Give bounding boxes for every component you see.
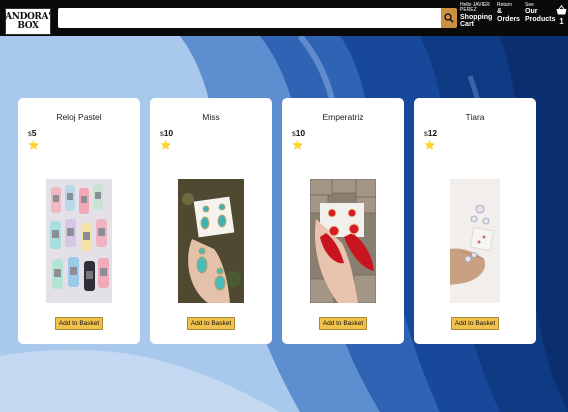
product-title: Reloj Pastel: [56, 112, 102, 122]
pandoras-box-logo[interactable]: PANDORA'S BOX: [0, 8, 57, 35]
top-header: PANDORA'S BOX Hello JAVIER PEREZ Shoppin…: [0, 0, 568, 36]
shopping-cart-link: Shopping Cart: [460, 13, 493, 28]
basket-count: 1: [559, 17, 564, 26]
search-input[interactable]: [58, 8, 441, 28]
shopping-basket-icon: [556, 5, 567, 15]
add-to-basket-button[interactable]: Add to Basket: [318, 317, 368, 330]
product-title: Tiara: [465, 112, 485, 122]
product-price: $10: [160, 128, 262, 138]
nav-returns-orders[interactable]: Return & Orders: [497, 2, 523, 23]
products-line2: Our Products: [525, 8, 556, 23]
product-card: Miss $10 ⭐ Add to Basket: [150, 98, 272, 344]
price-value: 5: [31, 128, 37, 138]
product-image-red-tassel-earrings: [310, 179, 376, 303]
returns-line2: & Orders: [497, 8, 520, 23]
product-info: Reloj Pastel $5 ⭐: [18, 98, 140, 151]
product-info: Tiara $12 ⭐: [414, 98, 536, 151]
product-title: Emperatriz: [322, 112, 364, 122]
logo-text-bottom: BOX: [17, 20, 39, 31]
product-card: Tiara $12 ⭐ Add to Basket: [414, 98, 536, 344]
product-price: $10: [292, 128, 394, 138]
nav-user-cart[interactable]: Hello JAVIER PEREZ Shopping Cart: [460, 2, 496, 28]
product-card: Emperatriz $10 ⭐ Add to Basket: [282, 98, 404, 344]
product-card: Reloj Pastel $5 ⭐ Add to Basket: [18, 98, 140, 344]
product-image-crystal-rings: [450, 179, 500, 303]
price-value: 10: [295, 128, 306, 138]
search-button[interactable]: [441, 8, 457, 28]
product-info: Miss $10 ⭐: [150, 98, 272, 151]
price-value: 12: [427, 128, 438, 138]
star-rating: ⭐: [424, 140, 436, 150]
user-greeting: Hello JAVIER PEREZ: [460, 2, 490, 14]
product-image-turquoise-earrings: [178, 179, 244, 303]
star-rating: ⭐: [292, 140, 304, 150]
add-to-basket-button[interactable]: Add to Basket: [186, 317, 236, 330]
price-value: 10: [163, 128, 174, 138]
search-bar: [58, 8, 457, 28]
search-icon: [444, 13, 454, 23]
product-title: Miss: [202, 112, 220, 122]
product-image-pastel-watches: [46, 179, 112, 303]
add-to-basket-button[interactable]: Add to Basket: [450, 317, 500, 330]
star-rating: ⭐: [160, 140, 172, 150]
nav-see-products[interactable]: See Our Products: [525, 2, 556, 23]
product-price: $12: [424, 128, 526, 138]
header-basket[interactable]: 1: [556, 5, 567, 26]
product-info: Emperatriz $10 ⭐: [282, 98, 404, 151]
product-price: $5: [28, 128, 130, 138]
star-rating: ⭐: [28, 140, 40, 150]
add-to-basket-button[interactable]: Add to Basket: [54, 317, 104, 330]
